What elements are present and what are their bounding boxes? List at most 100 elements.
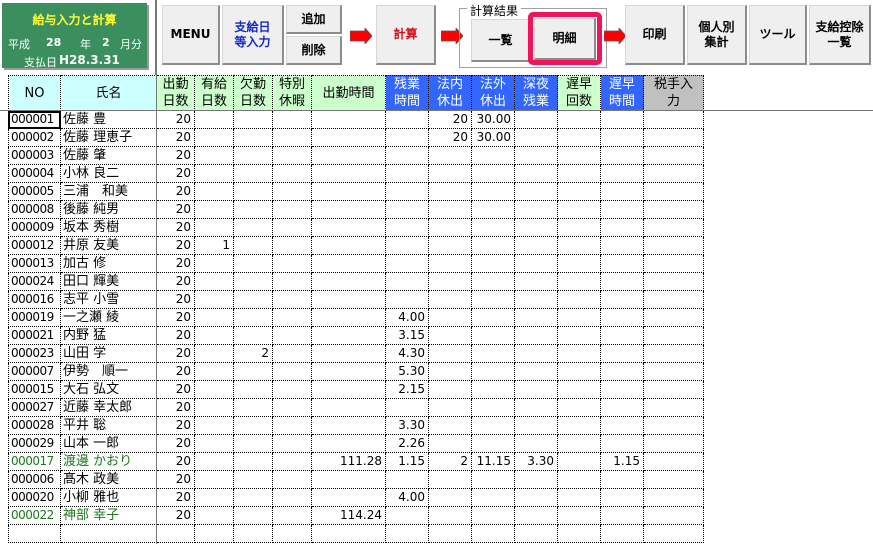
cell-name[interactable]: 後藤 純男 [61, 201, 157, 219]
cell-paid-leave-days[interactable]: 1 [195, 237, 234, 255]
cell-work-hours[interactable] [312, 345, 386, 363]
cell-special-leave[interactable] [273, 183, 312, 201]
cell-overtime-hours[interactable] [386, 129, 429, 147]
cell-work-days[interactable]: 20 [157, 291, 195, 309]
cell-late-early-count[interactable] [558, 111, 601, 129]
cell-paid-leave-days[interactable] [195, 471, 234, 489]
cell-work-hours[interactable] [312, 129, 386, 147]
cell-no[interactable]: 000017 [8, 453, 61, 471]
cell-paid-leave-days[interactable] [195, 345, 234, 363]
cell-late-early-count[interactable] [558, 237, 601, 255]
cell-nonlegal-holiday-work[interactable] [472, 363, 515, 381]
cell-tax-allowance-input[interactable] [644, 327, 704, 345]
cell-nonlegal-holiday-work[interactable] [472, 345, 515, 363]
cell-no[interactable] [8, 525, 61, 543]
cell-work-days[interactable] [157, 525, 195, 543]
cell-overtime-hours[interactable]: 3.15 [386, 327, 429, 345]
cell-work-hours[interactable] [312, 147, 386, 165]
add-button[interactable]: 追加 [286, 5, 342, 34]
cell-late-early-hours[interactable] [601, 219, 644, 237]
cell-work-days[interactable]: 20 [157, 165, 195, 183]
cell-overtime-hours[interactable] [386, 219, 429, 237]
cell-night-overtime[interactable] [515, 489, 558, 507]
cell-work-days[interactable]: 20 [157, 255, 195, 273]
cell-absent-days[interactable] [234, 237, 273, 255]
cell-paid-leave-days[interactable] [195, 111, 234, 129]
cell-special-leave[interactable] [273, 345, 312, 363]
cell-tax-allowance-input[interactable] [644, 219, 704, 237]
cell-legal-holiday-work[interactable]: 2 [429, 453, 472, 471]
cell-late-early-count[interactable] [558, 381, 601, 399]
cell-late-early-count[interactable] [558, 165, 601, 183]
cell-special-leave[interactable] [273, 381, 312, 399]
cell-work-hours[interactable] [312, 417, 386, 435]
cell-late-early-hours[interactable] [601, 255, 644, 273]
cell-special-leave[interactable] [273, 291, 312, 309]
calculate-button[interactable]: 計算 [376, 5, 436, 65]
cell-name[interactable]: 近藤 幸太郎 [61, 399, 157, 417]
cell-name[interactable]: 三浦 和美 [61, 183, 157, 201]
cell-night-overtime[interactable] [515, 309, 558, 327]
cell-absent-days[interactable] [234, 471, 273, 489]
cell-paid-leave-days[interactable] [195, 147, 234, 165]
column-header-no[interactable]: NO [8, 75, 61, 111]
cell-absent-days[interactable] [234, 507, 273, 525]
cell-work-days[interactable]: 20 [157, 183, 195, 201]
cell-name[interactable]: 佐藤 肇 [61, 147, 157, 165]
cell-work-hours[interactable] [312, 237, 386, 255]
cell-name[interactable]: 佐藤 理恵子 [61, 129, 157, 147]
cell-work-hours[interactable] [312, 381, 386, 399]
cell-work-hours[interactable] [312, 255, 386, 273]
cell-special-leave[interactable] [273, 111, 312, 129]
cell-no[interactable]: 000023 [8, 345, 61, 363]
cell-late-early-count[interactable] [558, 129, 601, 147]
cell-name[interactable]: 大石 弘文 [61, 381, 157, 399]
cell-tax-allowance-input[interactable] [644, 201, 704, 219]
cell-no[interactable]: 000020 [8, 489, 61, 507]
cell-work-days[interactable]: 20 [157, 399, 195, 417]
cell-work-hours[interactable] [312, 183, 386, 201]
cell-absent-days[interactable] [234, 453, 273, 471]
cell-special-leave[interactable] [273, 237, 312, 255]
cell-absent-days[interactable] [234, 111, 273, 129]
detail-button[interactable]: 明細 [534, 18, 596, 60]
cell-late-early-hours[interactable] [601, 471, 644, 489]
cell-overtime-hours[interactable] [386, 291, 429, 309]
cell-late-early-hours[interactable] [601, 399, 644, 417]
cell-tax-allowance-input[interactable] [644, 309, 704, 327]
cell-no[interactable]: 000005 [8, 183, 61, 201]
cell-special-leave[interactable] [273, 489, 312, 507]
cell-late-early-hours[interactable] [601, 327, 644, 345]
cell-nonlegal-holiday-work[interactable]: 30.00 [472, 111, 515, 129]
cell-absent-days[interactable] [234, 525, 273, 543]
cell-late-early-count[interactable] [558, 435, 601, 453]
cell-late-early-hours[interactable] [601, 345, 644, 363]
cell-name[interactable]: 一之瀬 綾 [61, 309, 157, 327]
cell-name[interactable]: 小林 良二 [61, 165, 157, 183]
tools-button[interactable]: ツール [749, 5, 807, 65]
cell-late-early-count[interactable] [558, 273, 601, 291]
cell-legal-holiday-work[interactable] [429, 273, 472, 291]
cell-work-hours[interactable] [312, 111, 386, 129]
cell-nonlegal-holiday-work[interactable] [472, 201, 515, 219]
menu-button[interactable]: MENU [162, 5, 220, 65]
cell-name[interactable]: 佐藤 豊 [61, 111, 157, 129]
cell-overtime-hours[interactable] [386, 525, 429, 543]
cell-no[interactable]: 000007 [8, 363, 61, 381]
cell-night-overtime[interactable] [515, 129, 558, 147]
cell-night-overtime[interactable] [515, 219, 558, 237]
cell-overtime-hours[interactable] [386, 399, 429, 417]
cell-overtime-hours[interactable] [386, 201, 429, 219]
cell-absent-days[interactable] [234, 183, 273, 201]
cell-no[interactable]: 000013 [8, 255, 61, 273]
cell-legal-holiday-work[interactable] [429, 435, 472, 453]
cell-absent-days[interactable] [234, 399, 273, 417]
cell-tax-allowance-input[interactable] [644, 507, 704, 525]
cell-absent-days[interactable] [234, 363, 273, 381]
cell-special-leave[interactable] [273, 309, 312, 327]
cell-tax-allowance-input[interactable] [644, 399, 704, 417]
cell-paid-leave-days[interactable] [195, 363, 234, 381]
cell-late-early-hours[interactable] [601, 507, 644, 525]
column-header-name[interactable]: 氏名 [61, 75, 157, 111]
cell-work-days[interactable]: 20 [157, 381, 195, 399]
